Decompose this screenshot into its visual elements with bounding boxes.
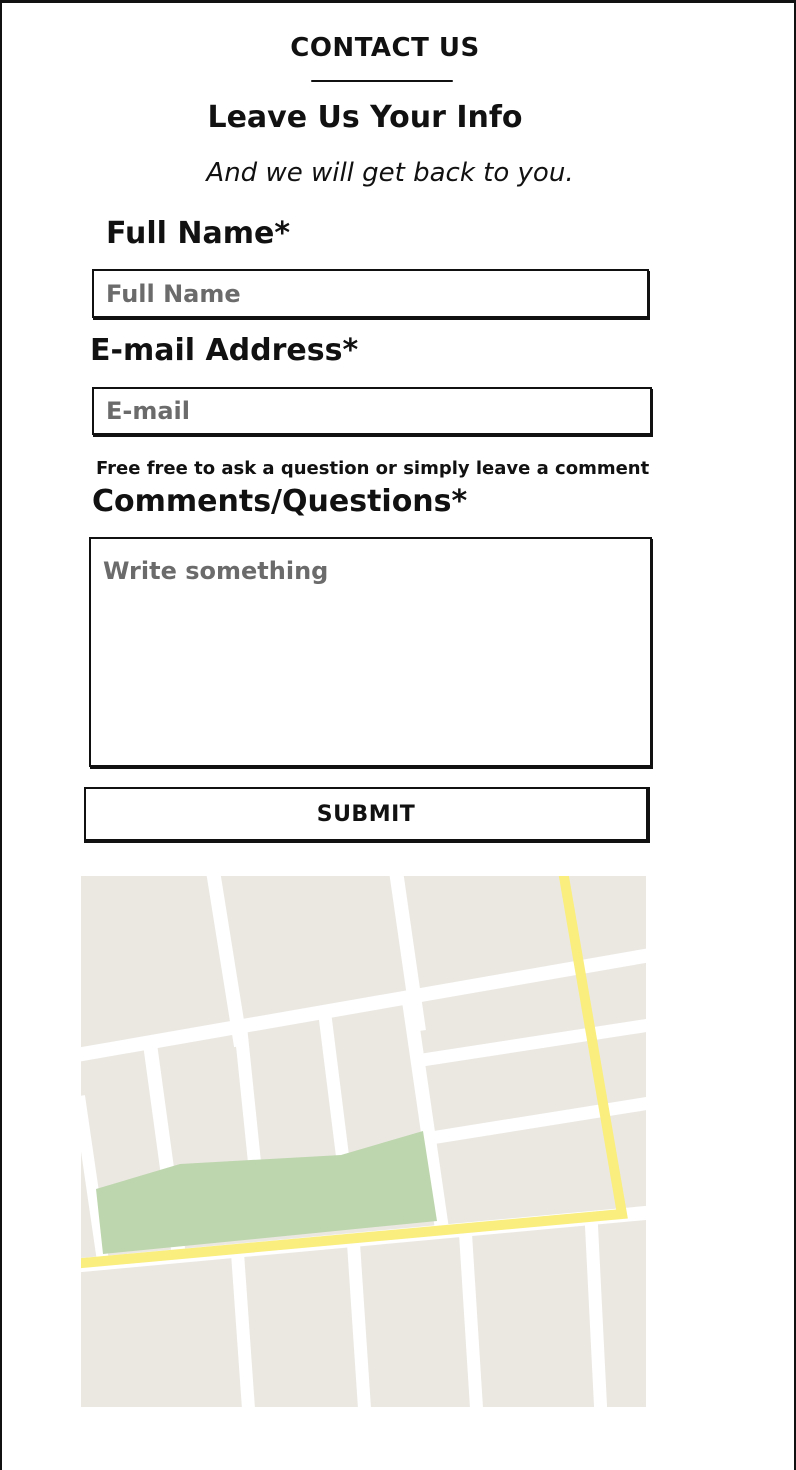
location-map[interactable] (81, 876, 646, 1407)
full-name-label: Full Name* (106, 216, 291, 251)
section-title: CONTACT US (290, 33, 480, 63)
map-graphic (81, 876, 646, 1407)
comments-textarea[interactable] (89, 537, 652, 767)
email-label: E-mail Address* (90, 333, 359, 368)
comments-label: Comments/Questions* (92, 484, 468, 519)
page-heading: Leave Us Your Info (207, 100, 523, 135)
email-input[interactable] (92, 387, 652, 435)
full-name-input[interactable] (92, 269, 649, 318)
submit-button[interactable]: SUBMIT (84, 787, 650, 843)
comments-hint: Free free to ask a question or simply le… (96, 458, 650, 479)
page-subheading: And we will get back to you. (206, 158, 574, 188)
title-underline (311, 80, 453, 82)
